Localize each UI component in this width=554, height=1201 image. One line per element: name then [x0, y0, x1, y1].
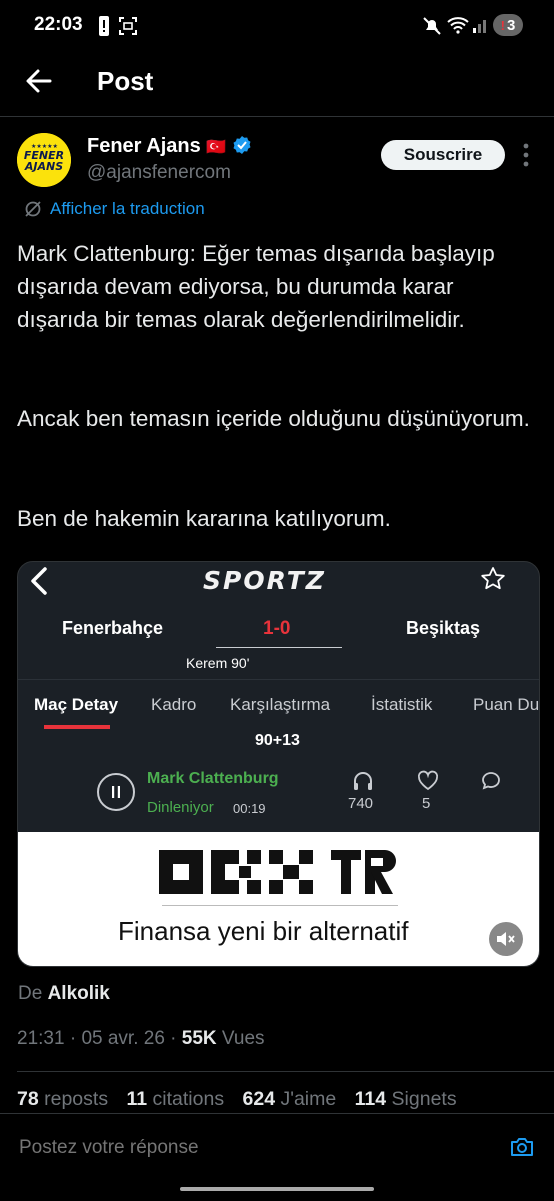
avatar-text-line-2: AJANS [24, 160, 64, 173]
post-time: 21:31 [17, 1028, 65, 1049]
citations-count: 11 [126, 1088, 148, 1110]
reply-bar [0, 1113, 554, 1201]
okx-ad-banner: Finansa yeni bir alternatif [18, 832, 539, 966]
reposts-label: reposts [44, 1088, 109, 1110]
likes-stat[interactable]: 624 J'aime [243, 1088, 337, 1110]
meta-divider [17, 1071, 554, 1072]
engagement-stats: 78 reposts 11 citations 624 J'aime 114 S… [17, 1088, 470, 1111]
tab-mac-detay: Maç Detay [34, 695, 119, 714]
mute-video-button[interactable] [489, 922, 523, 956]
signal-icon [473, 20, 486, 33]
listening-time: 00:19 [233, 801, 266, 816]
match-score: 1-0 [263, 618, 291, 639]
active-tab-indicator [44, 725, 110, 729]
reposts-stat[interactable]: 78 reposts [17, 1088, 108, 1110]
headphones-icon [354, 772, 372, 790]
reply-input[interactable] [17, 1136, 481, 1160]
verified-badge-icon [233, 136, 251, 154]
pause-button [97, 773, 135, 811]
ad-divider [162, 905, 398, 906]
citations-label: citations [152, 1088, 225, 1110]
star-icon [481, 567, 505, 590]
bookmarks-stat[interactable]: 114 Signets [355, 1088, 457, 1110]
translate-link[interactable]: Afficher la traduction [24, 199, 205, 219]
views-label: Vues [221, 1028, 265, 1049]
turkey-flag-icon: 🇹🇷 [206, 139, 227, 156]
screenshot-icon [119, 17, 137, 35]
pause-icon [112, 786, 120, 798]
like-count: 5 [422, 795, 431, 812]
page-title: Post [97, 66, 154, 96]
comment-icon [482, 772, 500, 790]
heart-icon [417, 770, 439, 791]
listening-label: Dinleniyor [147, 799, 214, 816]
battery-alert-icon: ! [500, 17, 505, 33]
home-indicator [180, 1187, 374, 1191]
tweet-paragraph: Ben de hakemin kararına katılıyorum. [17, 506, 391, 531]
bookmarks-label: Signets [391, 1088, 457, 1110]
ad-tagline: Finansa yeni bir alternatif [118, 916, 409, 946]
translate-label: Afficher la traduction [50, 199, 205, 218]
listener-count: 740 [348, 795, 374, 812]
match-tabs: Maç Detay Kadro Karşılaştırma İstatistik… [18, 679, 539, 730]
author-name: Fener Ajans [87, 135, 201, 157]
source-name: Alkolik [47, 983, 110, 1004]
battery-indicator: ! 3 [493, 14, 523, 36]
camera-icon[interactable] [509, 1134, 535, 1160]
match-minute: 90+13 [255, 732, 300, 749]
source-prefix: De [18, 983, 43, 1004]
tab-puan-durumu: Puan Du [473, 695, 540, 714]
back-arrow-icon[interactable] [22, 64, 56, 98]
home-team: Fenerbahçe [62, 618, 164, 638]
reposts-count: 78 [17, 1088, 39, 1110]
subscribe-button[interactable]: Souscrire [381, 140, 505, 170]
speaker-name: Mark Clattenburg [147, 770, 279, 787]
tab-karsilastirma: Karşılaştırma [230, 695, 331, 714]
wifi-icon [447, 17, 469, 34]
citations-stat[interactable]: 11 citations [127, 1088, 225, 1110]
tab-istatistik: İstatistik [371, 695, 433, 714]
media-back-arrow-icon [31, 567, 47, 595]
views-count: 55K [181, 1028, 217, 1049]
away-team: Beşiktaş [406, 618, 481, 638]
bookmarks-count: 114 [354, 1088, 387, 1110]
likes-count: 624 [242, 1088, 276, 1110]
header-divider [0, 116, 554, 117]
post-meta: 21:31 · 05 avr. 26 · 55K Vues [17, 1028, 265, 1049]
sportz-logo: SPORTZ [203, 566, 326, 595]
mute-bell-icon [423, 17, 441, 35]
more-options-icon[interactable] [517, 141, 535, 169]
source-attribution[interactable]: De Alkolik [18, 983, 110, 1005]
alert-icon [99, 16, 109, 36]
speaker-muted-icon [497, 932, 515, 946]
translate-icon [25, 201, 41, 217]
likes-label: J'aime [280, 1088, 337, 1110]
post-date: 05 avr. 26 [81, 1028, 165, 1049]
author-handle[interactable]: @ajansfenercom [87, 162, 231, 184]
okx-logo [159, 850, 396, 894]
media-attachment[interactable]: SPORTZ Fenerbahçe 1-0 Beşiktaş Kerem 90'… [17, 561, 540, 967]
tweet-paragraph: Ancak ben temasın içeride olduğunu düşün… [17, 406, 530, 431]
battery-badge: 3 [507, 16, 516, 34]
tab-kadro: Kadro [151, 695, 197, 714]
author-name-row[interactable]: Fener Ajans 🇹🇷 [87, 135, 252, 158]
status-time: 22:03 [34, 14, 83, 35]
goal-scorer: Kerem 90' [186, 655, 250, 671]
avatar[interactable]: ★★★★★ FENER AJANS [17, 133, 71, 187]
score-divider [216, 647, 342, 648]
tweet-paragraph: Mark Clattenburg: Eğer temas dışarıda ba… [17, 241, 495, 332]
